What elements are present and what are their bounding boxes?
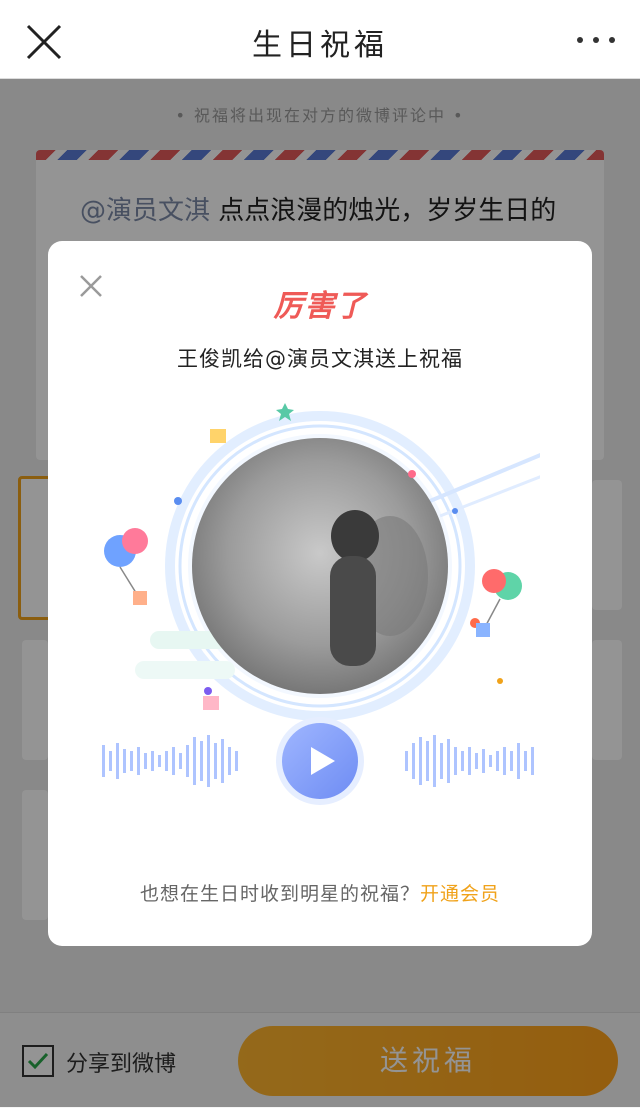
more-dots-icon[interactable] — [574, 24, 618, 54]
upsell-text: 也想在生日时收到明星的祝福？开通会员 — [48, 879, 592, 906]
open-membership-link[interactable]: 开通会员 — [420, 883, 500, 905]
awesome-badge: 厉害了 — [48, 281, 592, 325]
balloon-icon — [476, 569, 522, 637]
upsell-prefix: 也想在生日时收到明星的祝福？ — [139, 883, 420, 905]
blessing-modal: 厉害了 王俊凯给@演员文淇送上祝福 也想在生日时收到明星的祝福？开通会员 — [48, 241, 592, 946]
gift-icon — [210, 429, 226, 443]
badge-text: 厉害了 — [273, 289, 367, 324]
modal-subtitle: 王俊凯给@演员文淇送上祝福 — [177, 347, 463, 371]
gift-icon — [203, 696, 219, 710]
celebration-art — [102, 403, 540, 805]
top-bar: 生日祝福 — [0, 0, 640, 79]
balloon-icon — [104, 528, 148, 605]
play-button[interactable] — [276, 717, 364, 805]
page-title: 生日祝福 — [252, 28, 388, 63]
